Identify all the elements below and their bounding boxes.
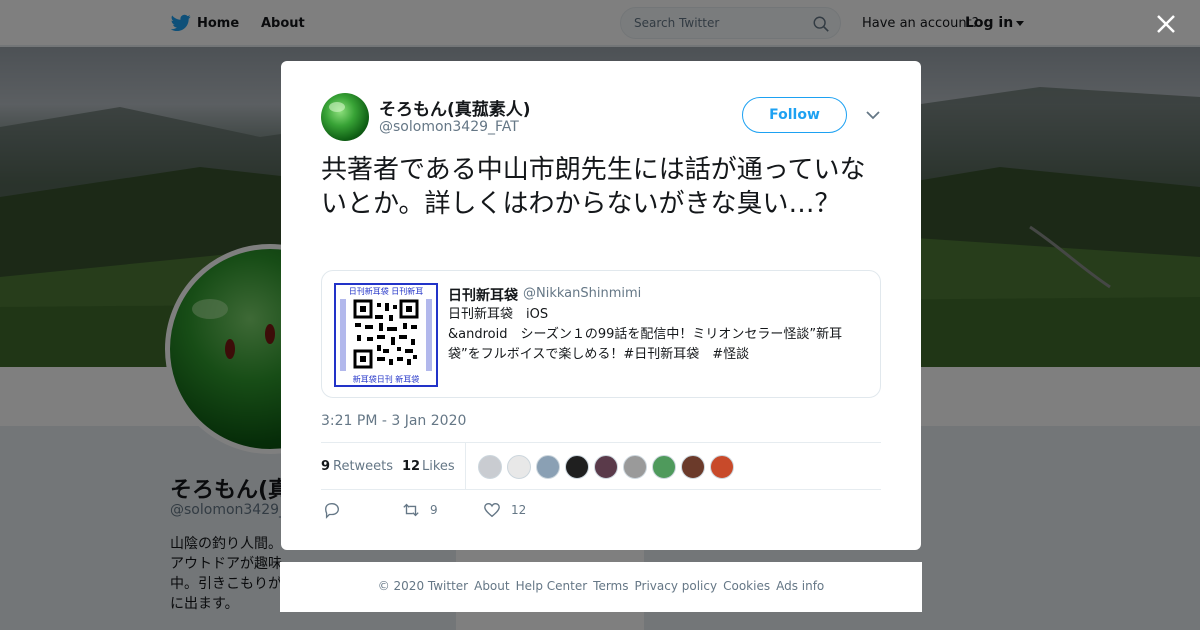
liker-avatar[interactable] — [536, 455, 560, 479]
page-footer: © 2020 Twitter About Help Center Terms Priva… — [280, 562, 922, 612]
author-avatar[interactable] — [321, 93, 369, 141]
footer-link[interactable]: © 2020 Twitter — [378, 579, 468, 593]
qr-code-image: 日刊新耳袋 日刊新耳 新耳袋日刊 新耳袋 — [334, 283, 438, 387]
action-like-count: 12 — [511, 503, 527, 517]
quoted-author-name: 日刊新耳袋 — [448, 288, 518, 304]
tweet-text: 共著者である中山市朗先生には話が通っていないとか。詳しくはわからないがきな臭い…… — [321, 155, 866, 219]
liker-avatar[interactable] — [565, 455, 589, 479]
qr-code-graphic: 日刊新耳袋 日刊新耳 新耳袋日刊 新耳袋 — [340, 286, 432, 384]
footer-link[interactable]: Ads info — [776, 579, 824, 593]
liker-avatar[interactable] — [681, 455, 705, 479]
avatar-image — [329, 102, 345, 112]
retweet-count[interactable]: 9 — [321, 459, 330, 474]
liker-avatar[interactable] — [507, 455, 531, 479]
footer-link[interactable]: Terms — [593, 579, 628, 593]
quoted-author-handle: @NikkanShinmimi — [523, 286, 642, 301]
stats-divider — [465, 443, 466, 490]
qr-caption-top: 日刊新耳袋 日刊新耳 — [349, 286, 424, 296]
liker-avatar[interactable] — [710, 455, 734, 479]
like-count[interactable]: 12 — [402, 459, 420, 474]
likes-label[interactable]: Likes — [422, 459, 455, 474]
follow-button[interactable]: Follow — [742, 97, 847, 133]
qr-caption-bottom: 新耳袋日刊 新耳袋 — [353, 374, 420, 384]
liker-avatar[interactable] — [652, 455, 676, 479]
chevron-down-icon[interactable] — [865, 109, 881, 121]
retweet-icon[interactable] — [402, 501, 420, 519]
reply-icon[interactable] — [323, 501, 341, 519]
close-icon[interactable] — [1155, 13, 1177, 35]
author-name[interactable]: そろもん(真菰素人) — [379, 95, 531, 120]
action-retweet-count: 9 — [430, 503, 438, 517]
footer-link[interactable]: Help Center — [516, 579, 588, 593]
quoted-tweet-text: 日刊新耳袋 iOS &android シーズン１の99話を配信中！ミリオンセラー… — [448, 307, 843, 362]
tweet-timestamp[interactable]: 3:21 PM - 3 Jan 2020 — [321, 413, 466, 429]
liker-avatar[interactable] — [594, 455, 618, 479]
tweet-stats: 9 Retweets 12 Likes — [321, 442, 881, 490]
footer-links: © 2020 Twitter About Help Center Terms Priva… — [280, 579, 922, 593]
tweet-modal: そろもん(真菰素人) @solomon3429_FAT Follow 共著者であ… — [281, 61, 921, 550]
like-icon[interactable] — [483, 501, 501, 519]
footer-link[interactable]: Privacy policy — [635, 579, 718, 593]
footer-link[interactable]: About — [474, 579, 509, 593]
tweet-actions: 9 12 — [321, 501, 881, 521]
footer-link[interactable]: Cookies — [723, 579, 770, 593]
liker-avatar[interactable] — [478, 455, 502, 479]
retweets-label[interactable]: Retweets — [333, 459, 393, 474]
author-handle[interactable]: @solomon3429_FAT — [379, 119, 519, 135]
liker-avatar[interactable] — [623, 455, 647, 479]
quoted-tweet-card[interactable]: 日刊新耳袋 日刊新耳 新耳袋日刊 新耳袋 日刊新耳袋 @NikkanShinmi… — [321, 270, 881, 398]
